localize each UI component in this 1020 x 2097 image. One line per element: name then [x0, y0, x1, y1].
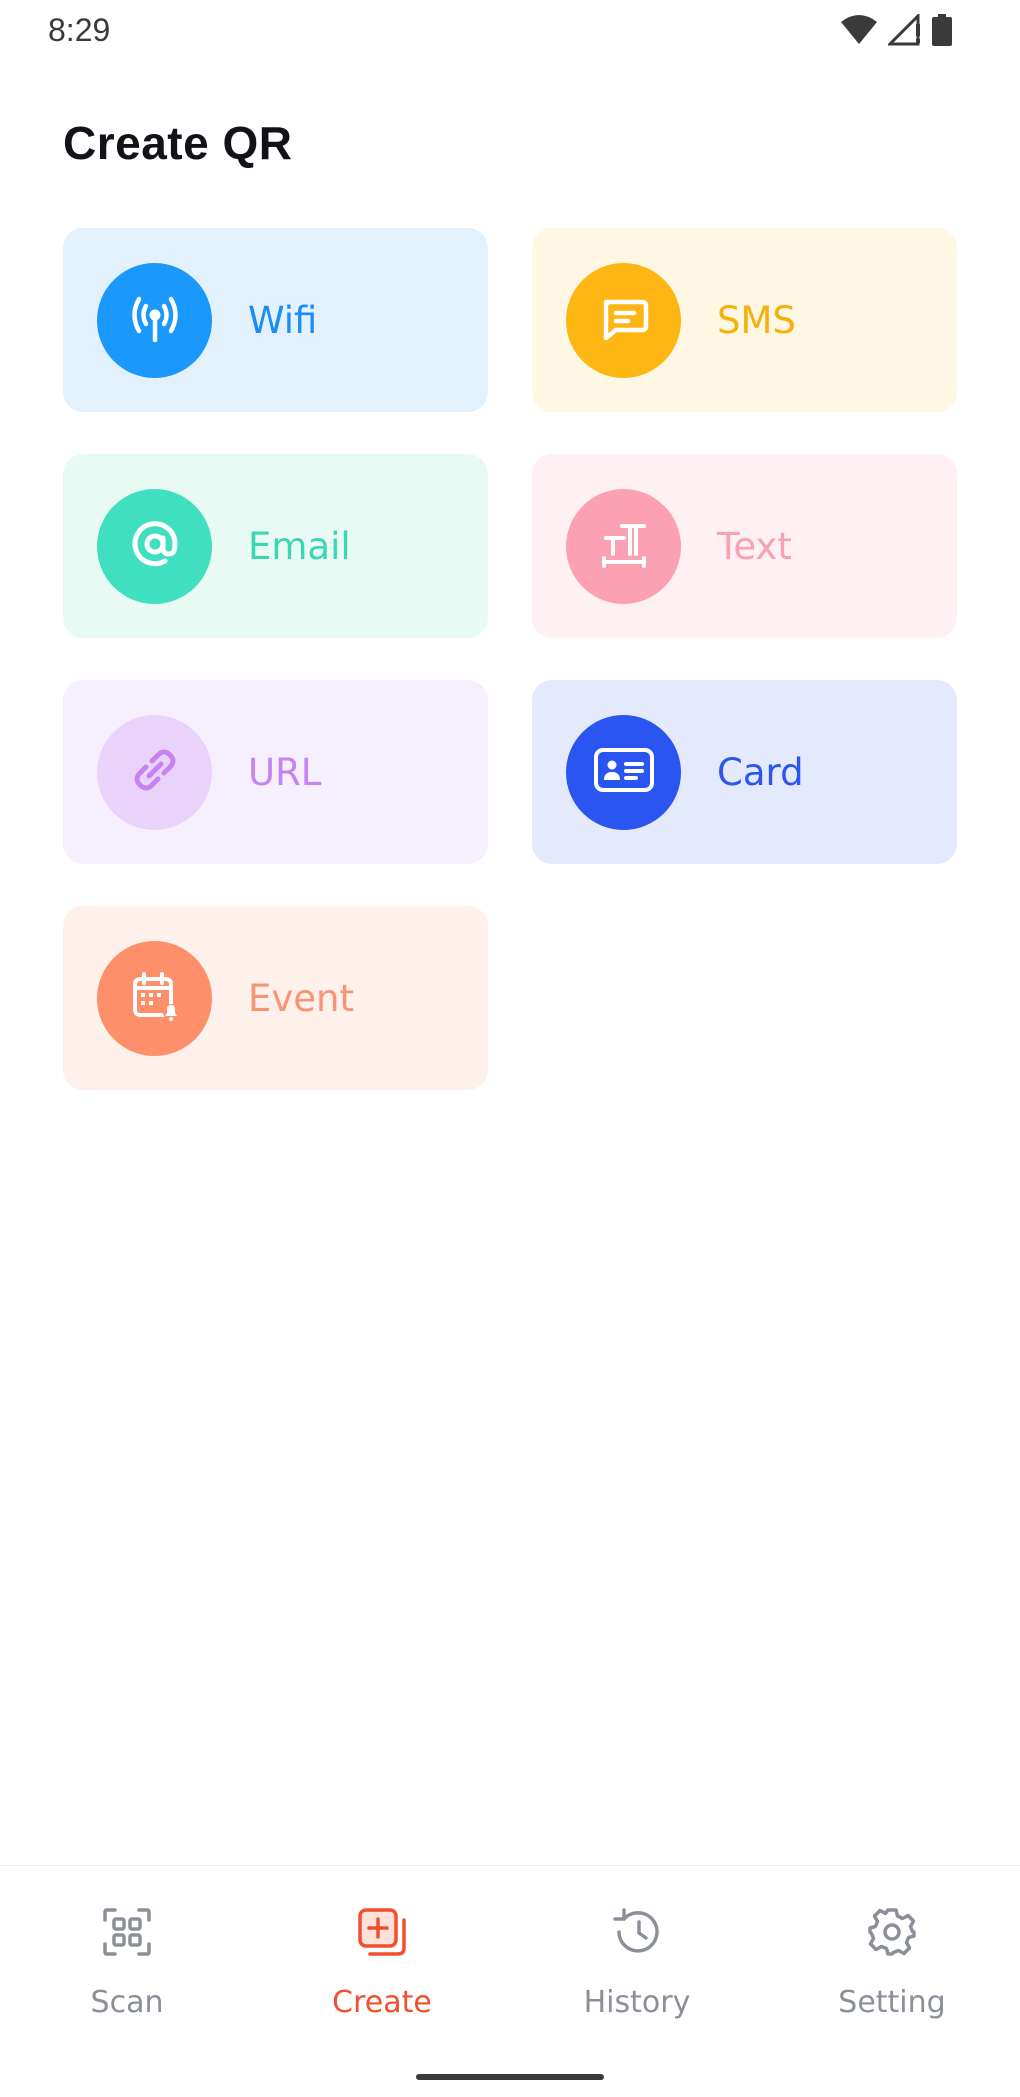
scan-icon [101, 1906, 153, 1963]
create-icon [356, 1906, 408, 1963]
create-type-grid: Wifi SMS Email Text URL Card Event [63, 228, 957, 1090]
tile-url[interactable]: URL [63, 680, 488, 864]
nav-label: Scan [90, 1985, 164, 2020]
tile-label: SMS [717, 298, 796, 342]
tile-email[interactable]: Email [63, 454, 488, 638]
tile-label: Card [717, 750, 804, 794]
tile-label: URL [248, 750, 322, 794]
nav-label: History [583, 1985, 691, 2020]
tile-label: Text [717, 524, 792, 568]
link-icon [127, 742, 183, 803]
url-circle [97, 714, 212, 830]
nav-label: Setting [838, 1985, 946, 2020]
nav-label: Create [332, 1985, 432, 2020]
nav-setting[interactable]: Setting [792, 1906, 992, 2020]
nav-scan[interactable]: Scan [27, 1906, 227, 2020]
text-circle [566, 488, 681, 604]
card-circle [566, 714, 681, 830]
gear-icon [866, 1906, 918, 1963]
wifi-circle [97, 262, 212, 378]
sms-circle [566, 262, 681, 378]
page-title: Create QR [63, 117, 293, 169]
wifi-icon [840, 14, 878, 51]
battery-icon [932, 14, 952, 51]
tile-sms[interactable]: SMS [532, 228, 957, 412]
nav-history[interactable]: History [537, 1906, 737, 2020]
tile-label: Wifi [248, 298, 318, 342]
tile-card[interactable]: Card [532, 680, 957, 864]
status-icons [840, 12, 952, 51]
status-bar: 8:29 [0, 0, 1020, 60]
cellular-signal-icon [886, 12, 922, 51]
text-format-icon [596, 516, 652, 577]
tile-label: Event [248, 976, 354, 1020]
id-card-icon [592, 742, 656, 803]
email-circle [97, 488, 212, 604]
wifi-antenna-icon [127, 290, 183, 351]
status-time: 8:29 [48, 12, 111, 48]
nav-create[interactable]: Create [282, 1906, 482, 2020]
calendar-icon [127, 968, 183, 1029]
event-circle [97, 940, 212, 1056]
tile-wifi[interactable]: Wifi [63, 228, 488, 412]
tile-event[interactable]: Event [63, 906, 488, 1090]
tile-label: Email [248, 524, 351, 568]
message-icon [596, 290, 652, 351]
bottom-navigation: Scan Create History Setting [0, 1865, 1020, 2097]
home-indicator [416, 2074, 604, 2080]
at-icon [127, 516, 183, 577]
tile-text[interactable]: Text [532, 454, 957, 638]
history-icon [611, 1906, 663, 1963]
